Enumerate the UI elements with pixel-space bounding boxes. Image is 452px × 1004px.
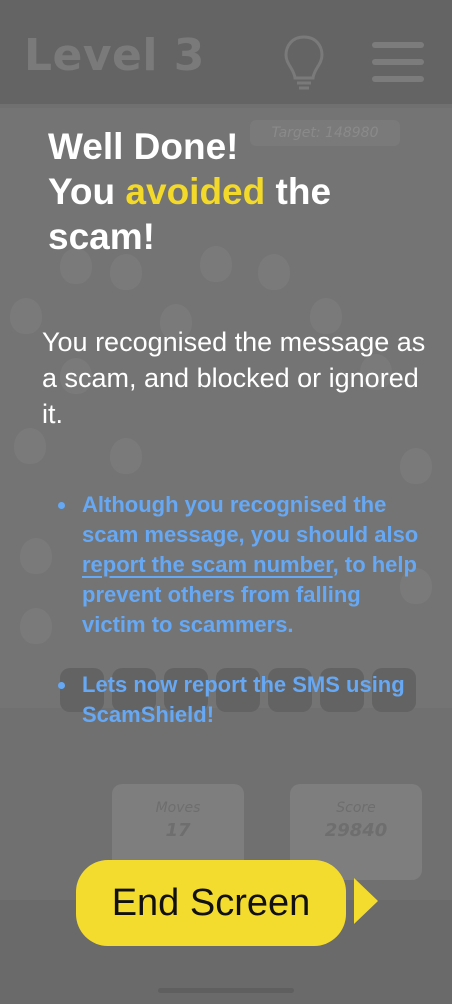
- headline-accent: avoided: [125, 171, 266, 212]
- headline: Well Done! You avoided the scam!: [48, 124, 428, 259]
- report-scam-number-link[interactable]: report the scam number: [82, 552, 333, 577]
- play-arrow-icon[interactable]: [354, 878, 378, 924]
- tip-report-number: Although you recognised the scam message…: [58, 490, 422, 640]
- end-screen-button[interactable]: End Screen: [76, 860, 346, 946]
- tips-list: Although you recognised the scam message…: [58, 490, 422, 760]
- result-overlay: Well Done! You avoided the scam! You rec…: [0, 0, 452, 1004]
- tip1-text-before: Although you recognised the scam message…: [82, 492, 419, 547]
- intro-text: You recognised the message as a scam, an…: [42, 327, 426, 429]
- tip-report-sms: Lets now report the SMS using ScamShield…: [58, 670, 422, 730]
- headline-you: You: [48, 171, 126, 212]
- headline-line1: Well Done!: [48, 126, 239, 167]
